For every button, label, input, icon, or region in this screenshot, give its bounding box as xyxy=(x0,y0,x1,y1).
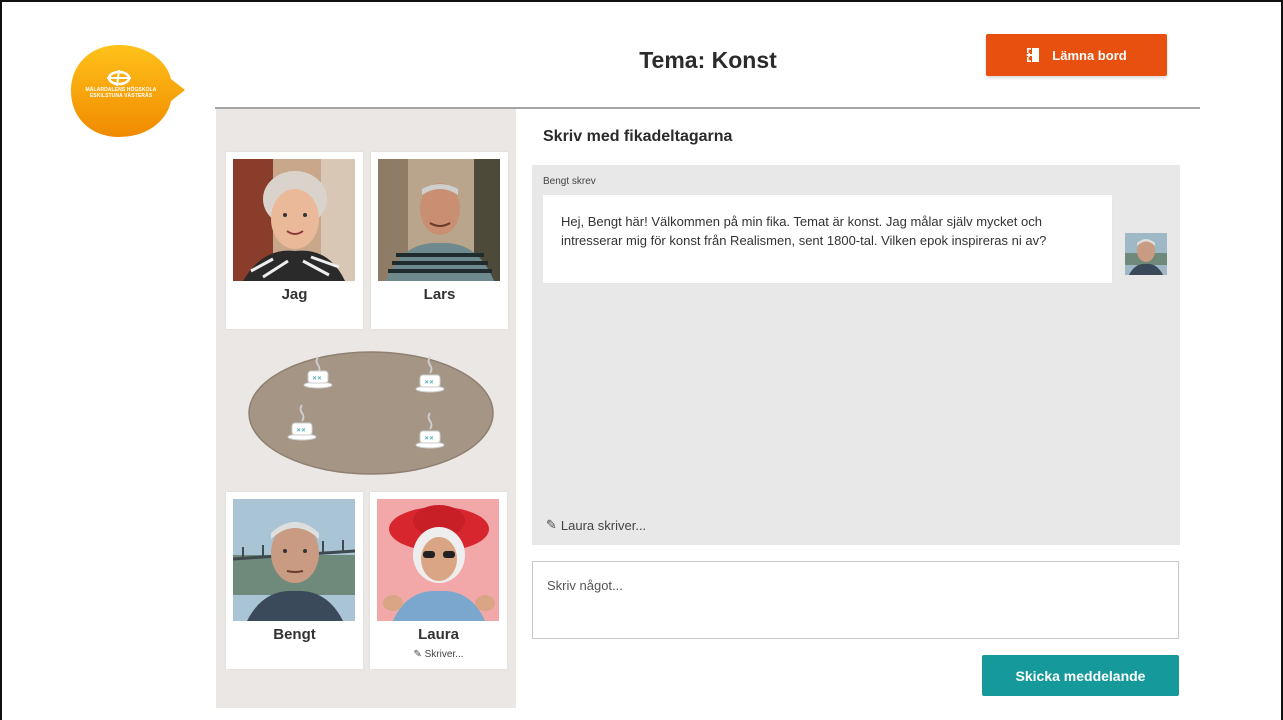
chat-heading: Skriv med fikadeltagarna xyxy=(543,128,733,145)
message-bubble: Hej, Bengt här! Välkommen på min fika. T… xyxy=(543,195,1112,283)
message-author-avatar xyxy=(1125,233,1167,275)
participant-card-jag: Jag xyxy=(226,152,363,329)
leave-table-label: Lämna bord xyxy=(1052,47,1127,63)
participant-name: Laura xyxy=(418,626,459,643)
participant-name: Lars xyxy=(423,286,456,303)
participant-name: Jag xyxy=(281,286,308,303)
participant-card-lars: Lars xyxy=(371,152,508,329)
svg-text:✕✕: ✕✕ xyxy=(424,380,434,386)
avatar xyxy=(377,499,499,621)
page-title: Tema: Konst xyxy=(639,47,777,73)
door-exit-icon xyxy=(1026,47,1040,63)
svg-text:✕✕: ✕✕ xyxy=(296,428,306,434)
message-author: Bengt skrev xyxy=(543,176,596,187)
participant-typing-status: ✎ Skriver... xyxy=(413,649,464,660)
participant-card-laura: Laura ✎ Skriver... xyxy=(370,492,507,669)
svg-text:✕✕: ✕✕ xyxy=(424,436,434,442)
avatar xyxy=(233,499,355,621)
pencil-icon: ✎ xyxy=(413,649,422,660)
logo-text: MÄLARDALENS HÖGSKOLA ESKILSTUNA VÄSTERÅS xyxy=(85,87,157,99)
leave-table-button[interactable]: Lämna bord xyxy=(986,34,1167,76)
message-input[interactable] xyxy=(532,561,1179,639)
svg-text:✕✕: ✕✕ xyxy=(312,376,322,382)
participant-card-bengt: Bengt xyxy=(226,492,363,669)
send-message-button[interactable]: Skicka meddelande xyxy=(982,655,1179,696)
pencil-icon: ✎ xyxy=(546,517,557,532)
avatar xyxy=(378,159,500,281)
coffee-table: ✕✕ ✕✕ ✕✕ ✕✕ xyxy=(248,351,494,475)
typing-indicator: ✎ Laura skriver... xyxy=(546,517,647,533)
participant-name: Bengt xyxy=(273,626,316,643)
avatar xyxy=(233,159,355,281)
